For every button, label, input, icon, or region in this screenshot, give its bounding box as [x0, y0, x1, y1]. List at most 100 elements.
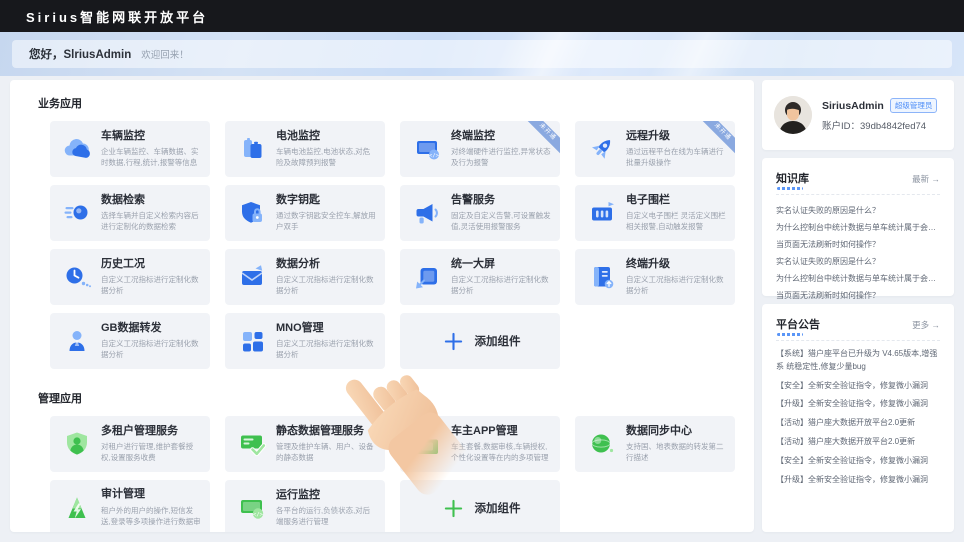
business-app-card-6[interactable]: 告警服务固定及自定义告警,可设置触发值,灵活使用报警服务	[400, 185, 560, 241]
management-app-card-3[interactable]: 数据同步中心支持国、地表数据的转发第二行描述	[575, 416, 735, 472]
business-app-card-11[interactable]: 终端升级自定义工况指标进行定制化数据分析	[575, 249, 735, 305]
management-app-card-1[interactable]: 静态数据管理服务管理及维护车辆、用户、设备的静态数据	[225, 416, 385, 472]
sidebar: SiriusAdmin 超级管理员 账户ID：39db4842fed74 知识库…	[762, 80, 954, 532]
management-add-component-card[interactable]: 添加组件	[400, 480, 560, 532]
announcement-item[interactable]: 【活动】猎户座大数据开放平台2.0更新	[776, 436, 940, 449]
business-app-card-5[interactable]: 数字钥匙通过数字钥匙安全控车,解放用户双手	[225, 185, 385, 241]
app-card-desc: 自定义工况指标进行定制化数据分析	[276, 274, 376, 297]
management-app-card-2[interactable]: 车主APP管理车主套餐,数据审核,车辆授权,个性化设置等在内的多项管理	[400, 416, 560, 472]
app-card-title: 审计管理	[101, 488, 201, 501]
business-app-card-13[interactable]: MNO管理自定义工况指标进行定制化数据分析	[225, 313, 385, 369]
knowledge-item[interactable]: 为什么控制台中统计数据与单车统计属于会有差异？	[776, 219, 940, 236]
app-card-desc: 车辆电池监控,电池状态,对危险及故障预判报警	[276, 146, 376, 169]
app-card-title: 数据分析	[276, 258, 376, 271]
profile-card: SiriusAdmin 超级管理员 账户ID：39db4842fed74	[762, 80, 954, 150]
top-navbar: Sirius智能网联开放平台	[0, 0, 964, 32]
business-app-card-12[interactable]: GB数据转发自定义工况指标进行定制化数据分析	[50, 313, 210, 369]
announcements-list: 【系统】猎户座平台已升级为 V4.65版本,增强系 统稳定性,修复少量bug 【安…	[776, 348, 940, 486]
business-app-card-7[interactable]: 电子围栏自定义电子围栏 灵活定义围栏相关报警,自动触发报警	[575, 185, 735, 241]
announcements-title: 平台公告	[776, 316, 820, 332]
business-app-card-1[interactable]: 电池监控车辆电池监控,电池状态,对危险及故障预判报警	[225, 121, 385, 177]
business-app-card-9[interactable]: 数据分析自定义工况指标进行定制化数据分析	[225, 249, 385, 305]
alarm-icon	[412, 198, 442, 228]
greeting-welcome: 欢迎回来！	[141, 47, 189, 61]
knowledge-item[interactable]: 当页面无法刷新时如何操作？	[776, 287, 940, 304]
avatar	[774, 96, 812, 134]
announcement-item[interactable]: 【升级】全新安全验证指令，修复微小漏洞	[776, 474, 940, 487]
app-card-title: 车主APP管理	[451, 425, 551, 438]
app-card-desc: 各平台的运行,负债状态,对后端服务进行管理	[276, 505, 376, 528]
business-app-card-8[interactable]: 历史工况自定义工况指标进行定制化数据分析	[50, 249, 210, 305]
knowledge-item[interactable]: 实名认证失败的原因是什么？	[776, 253, 940, 270]
knowledge-item[interactable]: 为什么控制台中统计数据与单车统计属于会有差异？	[776, 270, 940, 287]
app-card-desc: 自定义工况指标进行定制化数据分析	[101, 274, 201, 297]
app-card-desc: 对终端硬件进行监控,异常状态及行为报警	[451, 146, 551, 169]
app-card-title: 车辆监控	[101, 130, 201, 143]
platform-title: Sirius智能网联开放平台	[26, 7, 208, 26]
add-component-label: 添加组件	[475, 500, 521, 516]
knowledge-item[interactable]: 实名认证失败的原因是什么？	[776, 202, 940, 219]
app-card-desc: 通过数字钥匙安全控车,解放用户双手	[276, 210, 376, 233]
audit-icon	[62, 493, 92, 523]
business-app-card-4[interactable]: 数据检索选择车辆并自定义检索内容后进行定制化的数据检索	[50, 185, 210, 241]
app-card-desc: 自定义电子围栏 灵活定义围栏相关报警,自动触发报警	[626, 210, 726, 233]
announcement-item[interactable]: 【安全】全新安全验证指令，修复微小漏洞	[776, 380, 940, 393]
app-card-desc: 自定义工况指标进行定制化数据分析	[276, 338, 376, 361]
add-component-label: 添加组件	[475, 333, 521, 349]
announcement-item[interactable]: 【系统】猎户座平台已升级为 V4.65版本,增强系 统稳定性,修复少量bug	[776, 348, 940, 374]
avatar-photo-icon	[774, 96, 812, 134]
management-app-card-0[interactable]: 多租户管理服务对租户进行管理,维护套餐授权,设置服务收费	[50, 416, 210, 472]
ops-monitor-icon: </>	[237, 493, 267, 523]
app-card-desc: 对租户进行管理,维护套餐授权,设置服务收费	[101, 441, 201, 464]
app-card-desc: 选择车辆并自定义检索内容后进行定制化的数据检索	[101, 210, 201, 233]
management-app-card-5[interactable]: </> 运行监控各平台的运行,负债状态,对后端服务进行管理	[225, 480, 385, 532]
announcements-more-link[interactable]: 更多 →	[912, 319, 940, 331]
business-app-card-0[interactable]: 车辆监控企业车辆监控、车辆数据、实时数据,行程,统计,报警等信息	[50, 121, 210, 177]
announcements-card: 平台公告 更多 → 【系统】猎户座平台已升级为 V4.65版本,增强系 统稳定性…	[762, 304, 954, 532]
management-app-card-4[interactable]: 审计管理租户外的用户的操作,短信发送,登录等多项操作进行数据审计	[50, 480, 210, 532]
data-search-icon	[62, 198, 92, 228]
cloud-car-icon	[62, 134, 92, 164]
announcement-item[interactable]: 【升级】全新安全验证指令，修复微小漏洞	[776, 398, 940, 411]
business-app-card-2[interactable]: </>终端监控对终端硬件进行监控,异常状态及行为报警未开通	[400, 121, 560, 177]
app-card-title: 多租户管理服务	[101, 425, 201, 438]
app-card-title: 电子围栏	[626, 194, 726, 207]
announcement-item[interactable]: 【安全】全新安全验证指令，修复微小漏洞	[776, 455, 940, 468]
app-card-desc: 车主套餐,数据审核,车辆授权,个性化设置等在内的多项管理	[451, 441, 551, 464]
knowledge-base-title: 知识库	[776, 170, 809, 186]
knowledge-base-card: 知识库 最新 → 实名认证失败的原因是什么？为什么控制台中统计数据与单车统计属于…	[762, 158, 954, 296]
shield-key-icon	[237, 198, 267, 228]
business-app-card-3[interactable]: 远程升级通过远程平台在线为车辆进行批量升级操作未开通	[575, 121, 735, 177]
greeting-bar: 您好，SlriusAdmin 欢迎回来！	[12, 40, 952, 68]
business-app-card-10[interactable]: 统一大屏自定义工况指标进行定制化数据分析	[400, 249, 560, 305]
big-screen-icon	[412, 262, 442, 292]
knowledge-latest-link[interactable]: 最新 →	[912, 173, 940, 185]
business-add-component-card[interactable]: 添加组件	[400, 313, 560, 369]
management-section-title: 管理应用	[38, 390, 738, 406]
owner-app-icon	[412, 429, 442, 459]
app-card-title: 终端升级	[626, 258, 726, 271]
app-card-title: 运行监控	[276, 489, 376, 502]
analytics-icon	[237, 262, 267, 292]
business-grid: 车辆监控企业车辆监控、车辆数据、实时数据,行程,统计,报警等信息电池监控车辆电池…	[50, 121, 738, 369]
app-card-desc: 租户外的用户的操作,短信发送,登录等多项操作进行数据审计	[101, 505, 201, 528]
business-section-title: 业务应用	[38, 95, 738, 111]
page-content: 业务应用 车辆监控企业车辆监控、车辆数据、实时数据,行程,统计,报警等信息电池监…	[0, 76, 964, 532]
account-id: 账户ID：39db4842fed74	[822, 118, 937, 132]
app-card-title: 数字钥匙	[276, 194, 376, 207]
static-data-icon	[237, 429, 267, 459]
profile-name: SiriusAdmin	[822, 100, 884, 112]
gb-forward-icon	[62, 326, 92, 356]
app-card-title: 电池监控	[276, 130, 376, 143]
app-card-desc: 企业车辆监控、车辆数据、实时数据,行程,统计,报警等信息	[101, 146, 201, 169]
app-card-desc: 自定义工况指标进行定制化数据分析	[451, 274, 551, 297]
app-card-title: 历史工况	[101, 258, 201, 271]
greeting-name: 您好，SlriusAdmin	[29, 46, 131, 62]
knowledge-item[interactable]: 当页面无法刷新时如何操作？	[776, 236, 940, 253]
app-card-title: MNO管理	[276, 322, 376, 335]
mno-icon	[237, 326, 267, 356]
app-card-title: 静态数据管理服务	[276, 425, 376, 438]
announcement-item[interactable]: 【活动】猎户座大数据开放平台2.0更新	[776, 417, 940, 430]
device-upgrade-icon	[587, 262, 617, 292]
app-card-desc: 固定及自定义告警,可设置触发值,灵活使用报警服务	[451, 210, 551, 233]
